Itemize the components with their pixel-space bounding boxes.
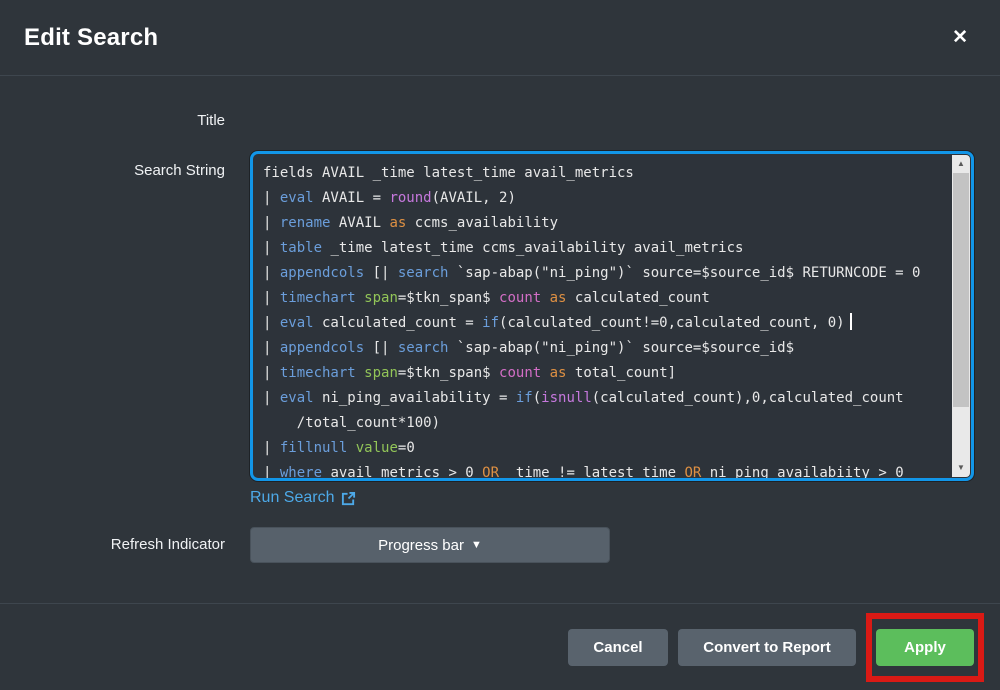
search-string-label: Search String [0, 162, 225, 179]
close-icon[interactable]: ✕ [952, 28, 968, 47]
refresh-indicator-label: Refresh Indicator [0, 536, 225, 553]
scrollbar-thumb[interactable] [953, 173, 969, 407]
dialog-footer: Cancel Convert to Report Apply [0, 603, 1000, 690]
apply-button[interactable]: Apply [876, 629, 974, 666]
search-string-input[interactable]: fields AVAIL _time latest_time avail_met… [250, 151, 974, 481]
scroll-down-icon[interactable]: ▼ [952, 460, 970, 476]
dialog-header: Edit Search ✕ [0, 0, 1000, 76]
dialog-title: Edit Search [24, 24, 158, 52]
refresh-indicator-dropdown[interactable]: Progress bar ▼ [250, 527, 610, 563]
external-link-icon [341, 491, 356, 506]
run-search-link[interactable]: Run Search [250, 489, 356, 507]
convert-to-report-button[interactable]: Convert to Report [678, 629, 856, 666]
scroll-up-icon[interactable]: ▲ [952, 156, 970, 172]
title-input[interactable] [250, 103, 974, 137]
annotation-highlight: Apply [866, 613, 984, 682]
edit-search-dialog: Edit Search ✕ Title Search String fields… [0, 0, 1000, 690]
chevron-down-icon: ▼ [471, 540, 482, 551]
refresh-indicator-value: Progress bar [378, 537, 464, 554]
scrollbar[interactable]: ▲ ▼ [952, 155, 970, 477]
title-label: Title [0, 112, 225, 129]
run-search-label: Run Search [250, 489, 335, 507]
search-string-code: fields AVAIL _time latest_time avail_met… [253, 154, 951, 478]
cancel-button[interactable]: Cancel [568, 629, 668, 666]
